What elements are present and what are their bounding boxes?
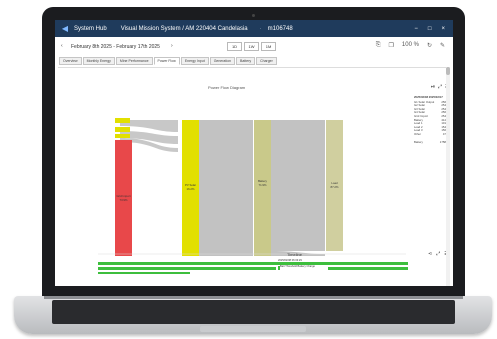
refresh-icon[interactable]: ↻ (427, 42, 432, 49)
tab-power-flow[interactable]: Power Flow (153, 57, 180, 65)
node-label-battery: Battery 71.9% (258, 179, 267, 187)
legend-row: Other 47 (414, 131, 446, 136)
app-screen: ◀ System Hub Visual Mission System / AM … (55, 20, 453, 286)
node-label-solar: PV Solar 16.2% (184, 183, 197, 191)
node-pv-solar-3 (115, 134, 130, 138)
timeline-bar (98, 272, 190, 274)
app-logo-icon: ◀ (61, 24, 69, 33)
period-button[interactable]: 1D (227, 42, 242, 51)
period-selector: 1D 1W 1M (227, 42, 276, 51)
node-pv-solar (115, 118, 130, 123)
timeline-entry: 2025/02/08 06:33:29 (278, 259, 302, 262)
close-button[interactable]: × (441, 26, 445, 32)
toolbar: ‹ February 8th 2025 - February 17th 2025… (55, 39, 453, 55)
share-icon[interactable]: ⎘ (376, 42, 381, 49)
maximize-button[interactable]: □ (428, 26, 432, 32)
minimize-button[interactable]: − (414, 26, 418, 32)
tab-mine-performance[interactable]: Mine Performance (115, 57, 153, 65)
camera (252, 14, 255, 17)
timeline-bar (328, 267, 408, 270)
timeline-entry: Batt Threshold Battery Charge (280, 265, 315, 268)
date-range[interactable]: February 8th 2025 - February 17th 2025 (71, 44, 160, 50)
window-titlebar: ◀ System Hub Visual Mission System / AM … (55, 20, 453, 37)
flow-link (271, 120, 325, 251)
tab-monthly-energy[interactable]: Monthly Energy (82, 57, 115, 65)
touchpad (200, 326, 306, 332)
scrollbar-track[interactable] (446, 67, 450, 286)
tab-energy-input[interactable]: Energy Input (180, 57, 209, 65)
period-button[interactable]: 1W (244, 42, 259, 51)
back-button[interactable]: ‹ (61, 43, 63, 49)
legend-total: Battery 1758 (414, 139, 446, 144)
path-separator: · (259, 25, 262, 32)
expand-icon[interactable]: ⤢ (438, 84, 442, 90)
tab-bar: Overview Monthly Energy Mine Performance… (59, 57, 277, 65)
expand-icon[interactable]: ⤢ (436, 251, 440, 257)
power-flow-panel: Power Flow Diagram ⏯ ⤢ ☰ Grid Import73.9… (58, 67, 450, 286)
flow-legend: 2025/02/08 2025/02/17 G1 Solar Output 256… (414, 95, 446, 144)
share-icon[interactable]: ⋖ (428, 251, 432, 257)
edit-icon[interactable]: ✎ (440, 42, 445, 49)
node-battery (254, 120, 271, 256)
timeline-bar (98, 262, 408, 265)
keyboard (52, 300, 455, 324)
node-pv-solar-2 (115, 127, 130, 132)
record-id: m106748 (267, 25, 293, 32)
sankey-diagram (98, 118, 408, 274)
copy-icon[interactable]: ❐ (389, 42, 394, 49)
node-label-grid: Grid Import 73.9% (116, 194, 131, 202)
period-button[interactable]: 1M (261, 42, 276, 51)
laptop-hinge (44, 296, 463, 299)
app-name: System Hub (74, 25, 107, 32)
tab-charger[interactable]: Charger (256, 57, 277, 65)
timeline-bar (98, 267, 276, 270)
tab-generation[interactable]: Generation (209, 57, 236, 65)
node-label-load: Load 87.2% (330, 181, 339, 189)
play-pause-icon[interactable]: ⏯ (431, 84, 435, 90)
timeline-title: Timeline (287, 252, 302, 257)
flow-link (199, 120, 253, 256)
forward-button[interactable]: › (171, 43, 173, 49)
zoom-level[interactable]: 100 % (402, 42, 419, 49)
tab-battery[interactable]: Battery (236, 57, 256, 65)
toolbar-actions: ⎘ ❐ 100 % ↻ ✎ (376, 42, 445, 49)
panel-title: Power Flow Diagram (208, 85, 246, 90)
scrollbar-thumb[interactable] (446, 67, 450, 75)
window-path: Visual Mission System / AM 220404 Candel… (120, 25, 248, 32)
tab-overview[interactable]: Overview (59, 57, 82, 65)
